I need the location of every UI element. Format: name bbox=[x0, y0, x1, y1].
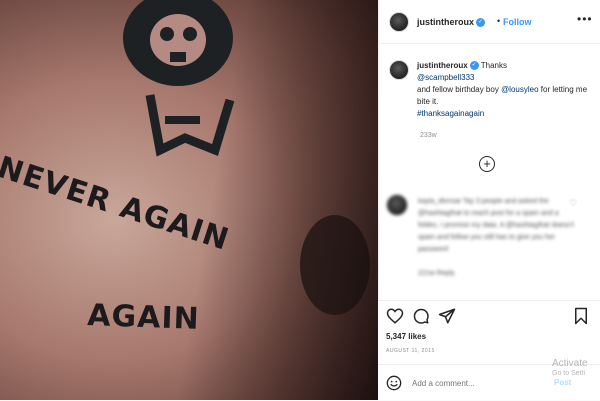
author-username[interactable]: justintheroux ✓ bbox=[417, 17, 486, 28]
caption-verified-icon: ✓ bbox=[469, 61, 479, 71]
verified-badge-icon: ✓ bbox=[476, 18, 486, 28]
tattoo-text-line2: AGAIN bbox=[86, 298, 201, 337]
comment-icon[interactable] bbox=[412, 307, 430, 325]
post-header: justintheroux ✓ • Follow ••• bbox=[379, 0, 600, 44]
post-photo[interactable]: NEVER AGAIN AGAIN bbox=[0, 0, 378, 400]
caption-text-2: and fellow birthday boy bbox=[417, 85, 499, 94]
caption-username-text[interactable]: justintheroux bbox=[417, 61, 468, 70]
comment-like-heart-icon[interactable]: ♡ bbox=[569, 198, 577, 209]
comment-avatar[interactable] bbox=[386, 194, 408, 216]
emoji-icon[interactable] bbox=[386, 375, 402, 391]
comment-input[interactable] bbox=[412, 375, 532, 391]
post-comment-button[interactable]: Post bbox=[554, 378, 571, 387]
caption-timestamp[interactable]: 233w bbox=[420, 132, 437, 139]
watermark-line2: Go to Setti bbox=[552, 370, 586, 377]
load-more-comments-button[interactable]: + bbox=[479, 156, 495, 172]
caption-username[interactable]: justintheroux ✓ bbox=[417, 61, 479, 71]
caption-text-1: Thanks bbox=[480, 61, 507, 70]
post-actions: 5,347 likes AUGUST 11, 2015 Post bbox=[378, 300, 600, 400]
author-avatar[interactable] bbox=[389, 12, 409, 32]
author-username-text[interactable]: justintheroux bbox=[417, 17, 474, 27]
follow-button[interactable]: Follow bbox=[503, 17, 532, 27]
watermark-line1: Activate bbox=[552, 358, 588, 369]
activate-watermark: Activate Go to Setti bbox=[552, 358, 588, 377]
hashtag-link[interactable]: #thanksagainagain bbox=[417, 109, 484, 118]
comment-text: kayla_dlonsar Tay 3 people and asked the… bbox=[418, 196, 576, 280]
comment-body: kayla_dlonsar Tay 3 people and asked the… bbox=[418, 198, 574, 253]
comment-meta[interactable]: 221w Reply bbox=[418, 270, 455, 277]
post-date: AUGUST 11, 2015 bbox=[386, 348, 435, 354]
more-horizontal-icon[interactable]: ••• bbox=[577, 12, 593, 26]
blurred-comment: kayla_dlonsar Tay 3 people and asked the… bbox=[386, 190, 591, 300]
caption-text: justintheroux ✓ Thanks @scampbell333 and … bbox=[417, 60, 597, 120]
separator-dot: • bbox=[497, 16, 501, 26]
like-count[interactable]: 5,347 likes bbox=[386, 332, 426, 341]
heart-icon[interactable] bbox=[386, 307, 404, 325]
mention-scampbell[interactable]: @scampbell333 bbox=[417, 73, 474, 82]
mention-lousyleo[interactable]: @lousyleo bbox=[501, 85, 538, 94]
bookmark-icon[interactable] bbox=[572, 307, 590, 325]
share-icon[interactable] bbox=[438, 307, 456, 325]
caption-avatar[interactable] bbox=[389, 60, 409, 80]
